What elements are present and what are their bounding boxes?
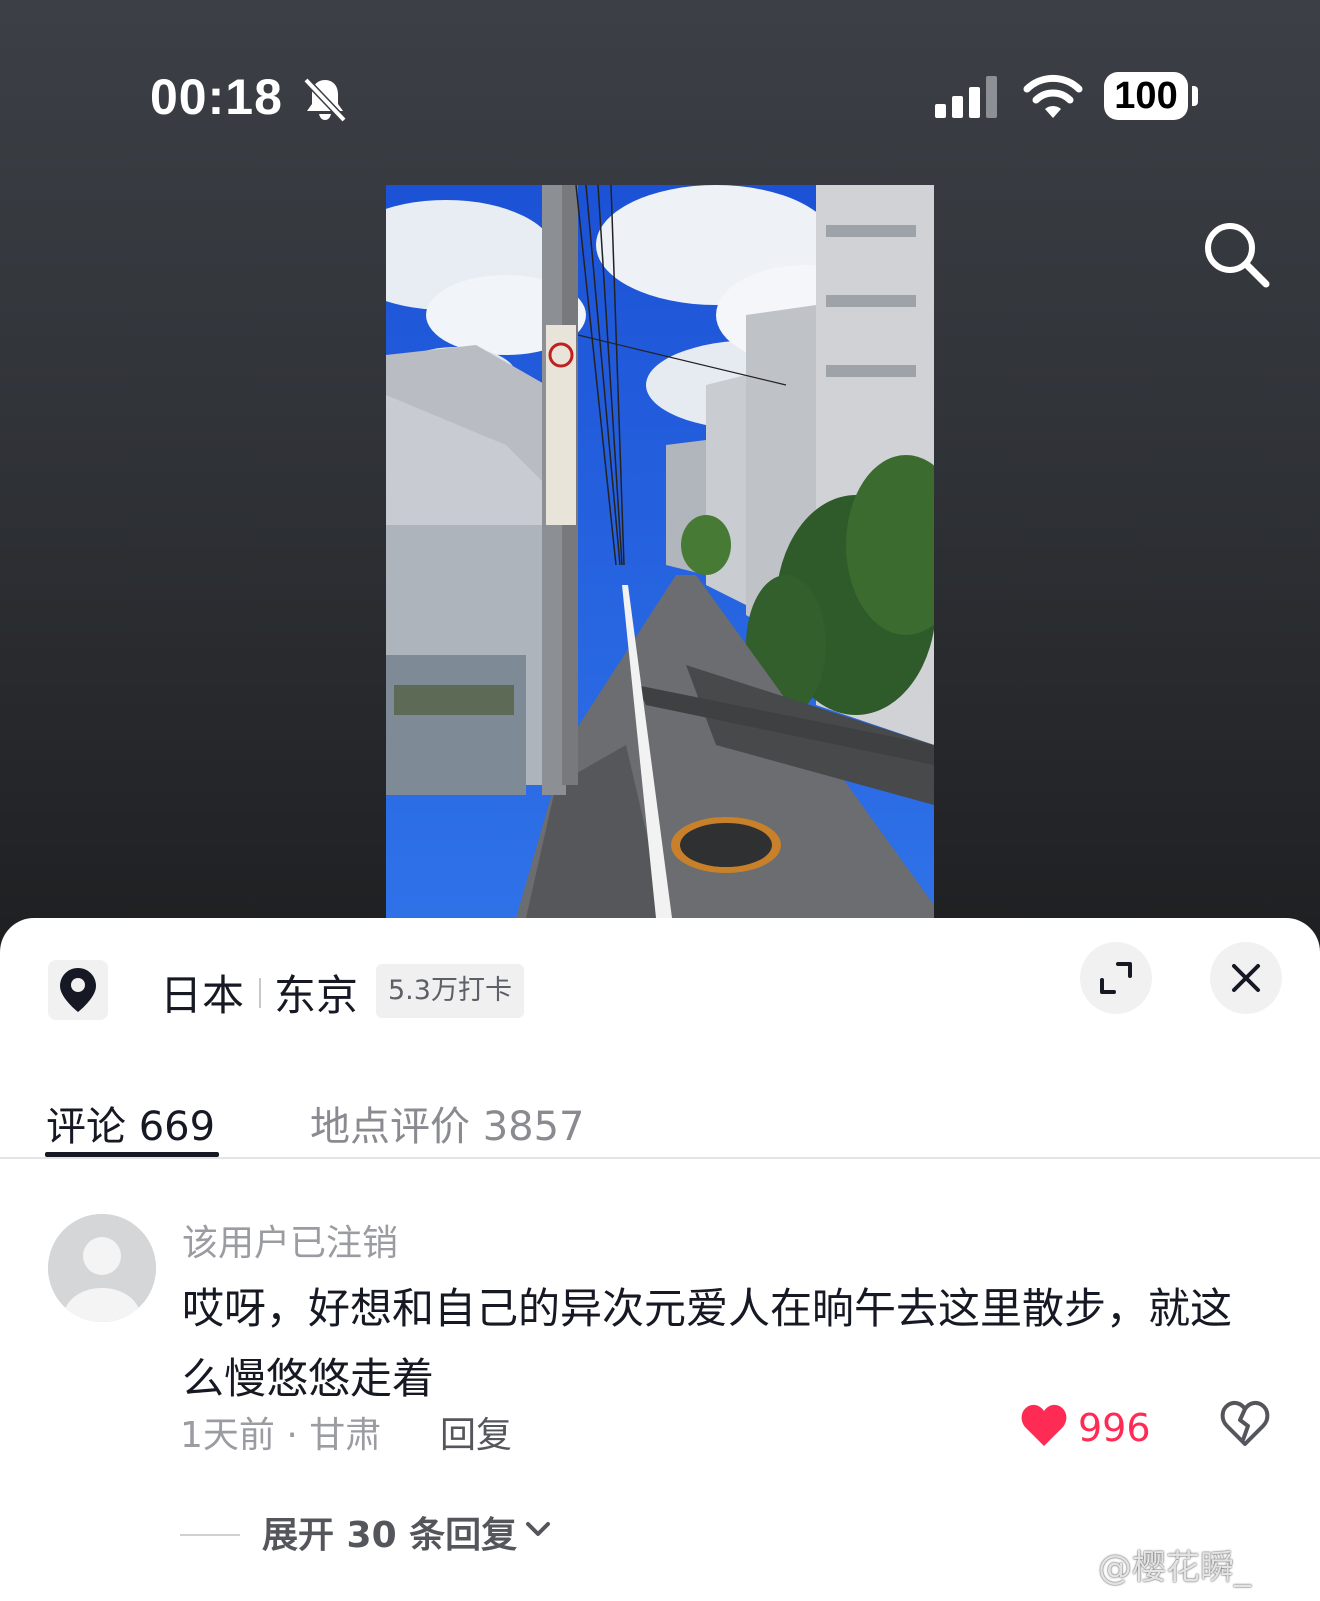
street-photo[interactable] (386, 185, 934, 918)
expand-icon (1100, 962, 1132, 994)
reply-button[interactable]: 回复 (440, 1406, 512, 1458)
location-country[interactable]: 日本 (160, 962, 244, 1023)
wifi-icon (1023, 74, 1083, 118)
bell-mute-icon (303, 77, 347, 123)
dislike-icon[interactable] (1220, 1398, 1270, 1448)
watermark: @樱花瞬_ (1098, 1548, 1251, 1588)
status-time: 00:18 (150, 69, 283, 125)
chevron-down-icon[interactable] (522, 1516, 554, 1544)
tab-comments[interactable]: 评论 669 (46, 1094, 215, 1152)
comment-text[interactable]: 哎呀，好想和自己的异次元爱人在晌午去这里散步，就这么慢悠悠走着 (182, 1274, 1262, 1414)
location-separator (259, 978, 261, 1008)
media-background: 00:18 100 (0, 0, 1320, 960)
tab-place-reviews[interactable]: 地点评价 3857 (310, 1094, 585, 1152)
checkin-count-badge: 5.3万打卡 (376, 964, 524, 1018)
comment-username[interactable]: 该用户已注销 (182, 1214, 398, 1266)
comment-sheet: 日本 东京 5.3万打卡 评论 669 地点评价 3857 该用户已注销 哎呀，… (0, 918, 1320, 1601)
expand-replies-button[interactable]: 展开 30 条回复 (262, 1506, 517, 1558)
close-button[interactable] (1210, 942, 1282, 1014)
search-icon[interactable] (1200, 218, 1272, 290)
like-count: 996 (1078, 1406, 1151, 1450)
tab-divider (0, 1157, 1320, 1159)
map-pin-icon (48, 960, 108, 1020)
battery-tip (1192, 86, 1198, 106)
close-icon (1232, 964, 1260, 992)
replies-divider-line (180, 1534, 240, 1536)
expand-button[interactable] (1080, 942, 1152, 1014)
cellular-signal-icon (935, 76, 997, 118)
battery-icon: 100 (1104, 72, 1188, 120)
comment-meta: 1天前 · 甘肃 (180, 1415, 382, 1456)
avatar[interactable] (48, 1214, 156, 1322)
heart-icon[interactable] (1020, 1402, 1068, 1448)
location-city[interactable]: 东京 (274, 962, 358, 1023)
